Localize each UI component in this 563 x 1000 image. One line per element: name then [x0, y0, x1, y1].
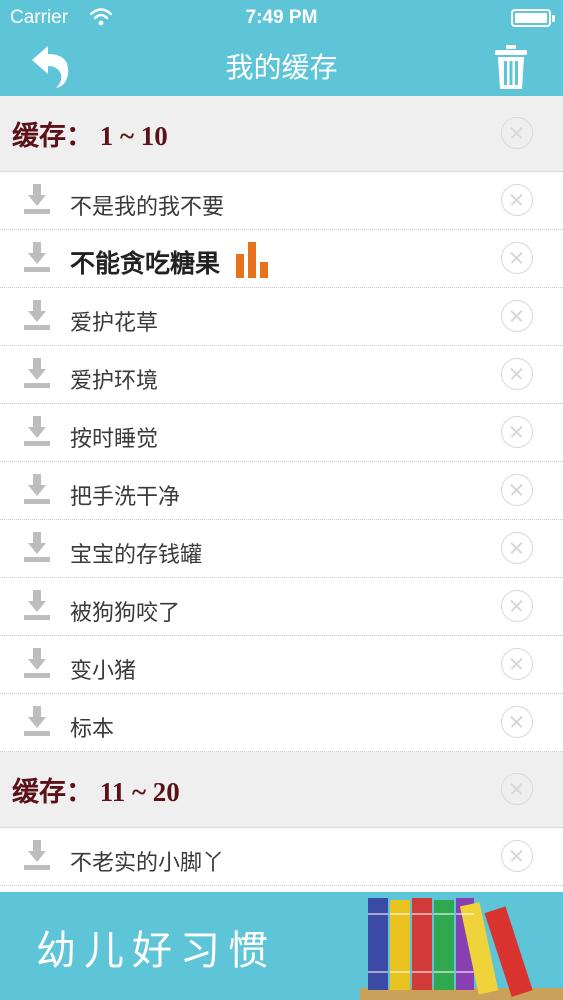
- list-item[interactable]: 不老实的小脚丫: [0, 828, 563, 886]
- download-icon: [24, 416, 50, 446]
- download-icon: [24, 590, 50, 620]
- status-bar: Carrier 7:49 PM: [0, 0, 563, 38]
- list-item[interactable]: 爱护环境: [0, 346, 563, 404]
- list-item-label: 按时睡觉: [70, 427, 159, 452]
- list-item-label: 标本: [70, 717, 115, 742]
- delete-item-button[interactable]: [501, 706, 533, 738]
- download-icon: [24, 706, 50, 736]
- list-item-label: 把手洗干净: [70, 485, 181, 510]
- delete-item-button[interactable]: [501, 358, 533, 390]
- delete-item-button[interactable]: [501, 474, 533, 506]
- delete-item-button[interactable]: [501, 840, 533, 872]
- delete-all-button[interactable]: [495, 44, 527, 90]
- list-item[interactable]: 按时睡觉: [0, 404, 563, 462]
- clock: 7:49 PM: [245, 7, 318, 28]
- delete-item-button[interactable]: [501, 300, 533, 332]
- page-title: 我的缓存: [225, 51, 338, 84]
- download-icon: [24, 474, 50, 504]
- delete-section-button[interactable]: [501, 117, 533, 149]
- list-item[interactable]: 变小猪: [0, 636, 563, 694]
- list-item-label: 不能贪吃糖果: [70, 249, 221, 278]
- list-item-label: 宝宝的存钱罐: [70, 543, 203, 568]
- list-item[interactable]: 爱护花草: [0, 288, 563, 346]
- list-item-label: 不是我的我不要: [70, 195, 225, 220]
- cache-list: 缓存： 1 ~ 10 不是我的我不要不能贪吃糖果爱护花草爱护环境按时睡觉把手洗干…: [0, 96, 563, 892]
- list-item-label: 变小猪: [70, 659, 137, 684]
- delete-item-button[interactable]: [501, 242, 533, 274]
- section-label: 缓存： 11 ~ 20: [12, 777, 180, 807]
- download-icon: [24, 648, 50, 678]
- section-header: 缓存： 11 ~ 20: [0, 752, 563, 828]
- download-icon: [24, 184, 50, 214]
- trash-icon: [495, 45, 527, 89]
- delete-item-button[interactable]: [501, 590, 533, 622]
- delete-item-button[interactable]: [501, 184, 533, 216]
- list-item[interactable]: 宝宝的存钱罐: [0, 520, 563, 578]
- delete-section-button[interactable]: [501, 773, 533, 805]
- list-item-label: 爱护环境: [70, 369, 159, 394]
- section-header: 缓存： 1 ~ 10: [0, 96, 563, 172]
- download-icon: [24, 300, 50, 330]
- delete-item-button[interactable]: [501, 532, 533, 564]
- bottom-banner: 幼儿好习惯: [0, 892, 563, 1000]
- banner-title: 幼儿好习惯: [36, 928, 276, 974]
- list-item[interactable]: 标本: [0, 694, 563, 752]
- download-icon: [24, 242, 50, 272]
- section-label: 缓存： 1 ~ 10: [12, 121, 168, 151]
- delete-item-button[interactable]: [501, 648, 533, 680]
- delete-item-button[interactable]: [501, 416, 533, 448]
- download-icon: [24, 358, 50, 388]
- download-icon: [24, 840, 50, 870]
- bookshelf-icon: [360, 898, 563, 1000]
- list-item[interactable]: 不能贪吃糖果: [0, 230, 563, 288]
- list-item[interactable]: 被狗狗咬了: [0, 578, 563, 636]
- header-bar: Carrier 7:49 PM 我的缓存: [0, 0, 563, 96]
- list-item-label: 不老实的小脚丫: [70, 851, 225, 876]
- battery-icon: [511, 9, 555, 27]
- now-playing-icon: [236, 238, 274, 278]
- list-item-label: 被狗狗咬了: [70, 601, 181, 626]
- list-item-label: 爱护花草: [70, 311, 159, 336]
- list-item[interactable]: 不是我的我不要: [0, 172, 563, 230]
- list-item[interactable]: 把手洗干净: [0, 462, 563, 520]
- download-icon: [24, 532, 50, 562]
